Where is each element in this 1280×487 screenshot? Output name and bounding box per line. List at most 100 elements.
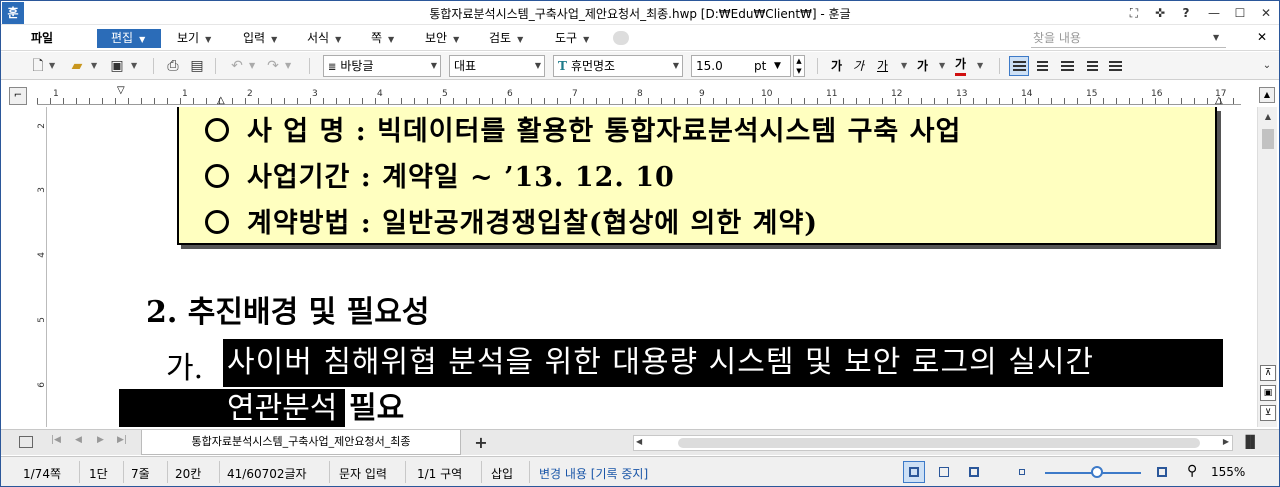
font-size-spinner[interactable]: ▲ ▼ [793, 55, 805, 77]
font-size-field[interactable]: 15.0 pt ▼ [691, 55, 791, 77]
last-tab-icon[interactable]: ▶| [117, 435, 127, 445]
zoom-slider-thumb[interactable] [1091, 466, 1103, 478]
underline-button[interactable]: 가 [877, 56, 888, 76]
right-indent-marker[interactable]: △ [1215, 95, 1223, 106]
menu-format-label: 서식 [307, 31, 330, 45]
toolbar-expand-icon[interactable]: ⌄ [1261, 56, 1273, 76]
next-tab-icon[interactable]: ▶ [97, 435, 104, 445]
chevron-down-icon[interactable]: ▼ [977, 56, 983, 76]
preview-icon[interactable]: ▤ [187, 56, 207, 76]
chevron-down-icon: ▼ [672, 61, 679, 70]
magnifier-icon[interactable]: ⚲ [1187, 463, 1197, 479]
align-left-button[interactable] [1033, 56, 1053, 76]
italic-button[interactable]: 가 [853, 56, 864, 76]
zoom-out-button[interactable] [1011, 461, 1033, 483]
first-tab-icon[interactable]: |◀ [51, 435, 61, 445]
strike-button[interactable]: 가 [917, 56, 928, 76]
new-document-icon[interactable]: 🗋 [29, 56, 47, 76]
align-right-button[interactable] [1081, 56, 1101, 76]
selected-text-line[interactable]: 연관분석 [227, 389, 337, 427]
hwp-window: 훈 통합자료분석시스템_구축사업_제안요청서_최종.hwp [D:₩Edu₩Cl… [0, 0, 1280, 487]
align-center-button[interactable] [1057, 56, 1077, 76]
first-indent-marker[interactable]: ▽ [117, 85, 125, 96]
scroll-right-icon[interactable]: ▶ [1223, 437, 1229, 446]
menu-edit[interactable]: 편집 ▼ [97, 29, 161, 48]
prev-tab-icon[interactable]: ◀ [75, 435, 82, 445]
fullscreen-icon[interactable]: ⛶ [1123, 4, 1145, 22]
zoom-level[interactable]: 155% [1211, 465, 1245, 479]
ruler-toggle-icon[interactable]: ⌐ [9, 87, 27, 105]
search-input[interactable]: 찾을 내용 [1031, 28, 1226, 48]
chevron-down-icon: ▼ [430, 61, 437, 70]
vruler-mark: 5 [37, 317, 47, 323]
menu-format[interactable]: 서식 ▼ [303, 29, 345, 48]
chevron-down-icon[interactable]: ▼ [939, 56, 945, 76]
menu-security[interactable]: 보안 ▼ [421, 29, 463, 48]
status-divider [167, 461, 168, 483]
save-icon[interactable]: ▣ [107, 56, 127, 76]
close-doc-icon[interactable]: ✕ [1257, 30, 1267, 44]
body-text[interactable]: 필요 [349, 389, 404, 427]
info-line: 계약방법 : 일반공개경쟁입찰(협상에 의한 계약) [205, 201, 818, 240]
menu-review-label: 검토 [489, 31, 512, 45]
status-page[interactable]: 1/74쪽 [23, 465, 61, 482]
chevron-down-icon[interactable]: ▼ [131, 56, 137, 76]
menu-review[interactable]: 검토 ▼ [485, 29, 527, 48]
help-icon[interactable]: ? [1175, 4, 1197, 22]
menu-page[interactable]: 쪽 ▼ [367, 29, 398, 48]
status-insert[interactable]: 삽입 [491, 465, 513, 482]
move-icon[interactable]: ✜ [1149, 4, 1171, 22]
chevron-down-icon[interactable]: ▼ [249, 56, 255, 76]
undo-icon[interactable]: ↶ [227, 56, 247, 76]
menu-tools[interactable]: 도구 ▼ [551, 29, 593, 48]
menu-page-label: 쪽 [371, 31, 383, 45]
selected-text-line[interactable]: 사이버 침해위협 분석을 위한 대용량 시스템 및 보안 로그의 실시간 [223, 339, 1223, 387]
split-view-icon[interactable]: ▐▌ [1241, 435, 1259, 449]
open-folder-icon[interactable]: ▰ [67, 56, 87, 76]
chevron-down-icon[interactable]: ▼ [91, 56, 97, 76]
align-justify-button[interactable] [1009, 56, 1029, 76]
maximize-button[interactable]: ☐ [1229, 4, 1251, 22]
document-area[interactable]: 사 업 명 : 빅데이터를 활용한 통합자료분석시스템 구축 사업 사업기간 :… [51, 107, 1255, 427]
align-distribute-button[interactable] [1105, 56, 1125, 76]
horizontal-ruler[interactable]: 1 1 2 3 4 5 6 7 8 9 10 11 12 13 14 15 16… [37, 85, 1241, 106]
normal-view-button[interactable] [903, 461, 925, 483]
horizontal-scrollbar[interactable]: ◀ ▶ [633, 435, 1233, 451]
chevron-down-icon[interactable]: ▼ [901, 56, 907, 76]
minimize-button[interactable]: — [1203, 4, 1225, 22]
scroll-up-icon[interactable]: ▲ [1260, 109, 1276, 125]
left-indent-marker[interactable]: △ [217, 95, 225, 106]
ruler-scroll-up-icon[interactable]: ▲ [1259, 87, 1275, 103]
scroll-thumb[interactable] [1262, 129, 1274, 149]
chevron-down-icon[interactable]: ▼ [1213, 28, 1219, 48]
zoom-in-button[interactable] [1151, 461, 1173, 483]
print-icon[interactable]: ⎙ [163, 56, 183, 76]
scroll-left-icon[interactable]: ◀ [636, 437, 642, 446]
status-input-mode[interactable]: 문자 입력 [339, 465, 387, 482]
info-line: 사 업 명 : 빅데이터를 활용한 통합자료분석시스템 구축 사업 [205, 109, 961, 148]
account-icon[interactable] [613, 31, 629, 45]
style-select[interactable]: ≣ 바탕글 ▼ [323, 55, 441, 77]
menu-file[interactable]: 파일 [27, 29, 57, 48]
vertical-scrollbar[interactable]: ▲ ⊼ ▣ ⊻ [1257, 107, 1277, 427]
tab-document[interactable]: 통합자료분석시스템_구축사업_제안요청서_최종 [141, 430, 461, 455]
redo-icon[interactable]: ↷ [263, 56, 283, 76]
prev-page-button[interactable]: ⊼ [1260, 365, 1276, 381]
bold-button[interactable]: 가 [831, 56, 842, 76]
tab-list-icon[interactable] [19, 436, 33, 448]
close-button[interactable]: ✕ [1255, 4, 1277, 22]
font-select[interactable]: T 휴먼명조 ▼ [553, 55, 683, 77]
add-tab-button[interactable]: + [469, 433, 493, 453]
status-track-changes[interactable]: 변경 내용 [기록 중지] [539, 465, 648, 482]
width-view-button[interactable] [933, 461, 955, 483]
font-color-button[interactable]: 가 [955, 56, 967, 76]
scroll-thumb[interactable] [678, 438, 1200, 448]
menu-insert[interactable]: 입력 ▼ [239, 29, 281, 48]
chevron-down-icon[interactable]: ▼ [49, 56, 55, 76]
menu-view[interactable]: 보기 ▼ [173, 29, 215, 48]
page-view-button[interactable] [963, 461, 985, 483]
outline-select[interactable]: 대표 ▼ [449, 55, 545, 77]
page-nav-button[interactable]: ▣ [1260, 385, 1276, 401]
next-page-button[interactable]: ⊻ [1260, 405, 1276, 421]
chevron-down-icon[interactable]: ▼ [285, 56, 291, 76]
